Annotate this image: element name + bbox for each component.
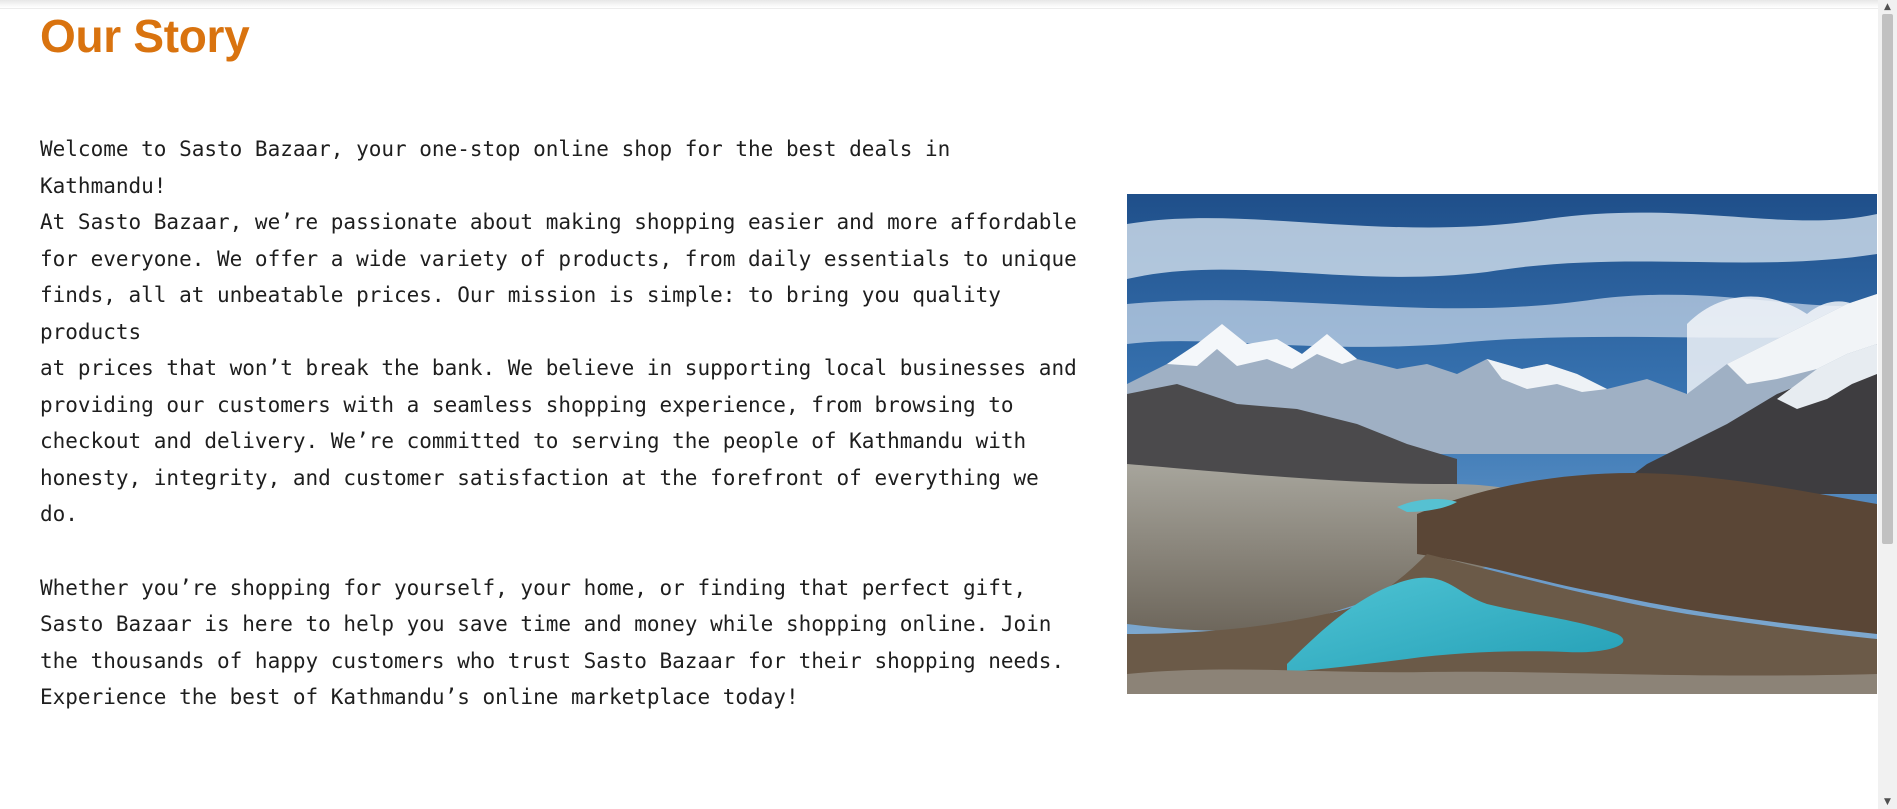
- scrollbar-thumb[interactable]: [1882, 14, 1893, 544]
- scroll-up-arrow-icon[interactable]: ▲: [1878, 0, 1897, 14]
- story-line: Whether you’re shopping for yourself, yo…: [40, 575, 1027, 600]
- story-line: Welcome to Sasto Bazaar, your one-stop o…: [40, 137, 951, 161]
- story-line: for everyone. We offer a wide variety of…: [40, 246, 1077, 271]
- story-line: At Sasto Bazaar, we’re passionate about …: [40, 210, 1077, 234]
- story-text: Welcome to Sasto Bazaar, your one-stop o…: [40, 131, 1080, 716]
- story-line: Experience the best of Kathmandu’s onlin…: [40, 685, 799, 709]
- story-line: providing our customers with a seamless …: [40, 392, 1014, 417]
- mountain-lake-image: [1127, 194, 1877, 694]
- story-line: finds, all at unbeatable prices. Our mis…: [40, 283, 1001, 307]
- story-line: Sasto Bazaar is here to help you save ti…: [40, 612, 1052, 636]
- scroll-down-arrow-icon[interactable]: ▼: [1878, 795, 1897, 809]
- story-line: honesty, integrity, and customer satisfa…: [40, 465, 1039, 490]
- vertical-scrollbar[interactable]: ▲ ▼: [1878, 0, 1897, 809]
- landscape-illustration: [1127, 194, 1877, 694]
- story-line: the thousands of happy customers who tru…: [40, 648, 1065, 673]
- browser-top-edge: [0, 0, 1878, 9]
- story-line: Kathmandu!: [40, 173, 167, 198]
- story-line: products: [40, 319, 142, 344]
- story-line: do.: [40, 502, 78, 526]
- page-title: Our Story: [40, 10, 250, 62]
- story-line: at prices that won’t break the bank. We …: [40, 356, 1077, 380]
- story-line: checkout and delivery. We’re committed t…: [40, 429, 1027, 453]
